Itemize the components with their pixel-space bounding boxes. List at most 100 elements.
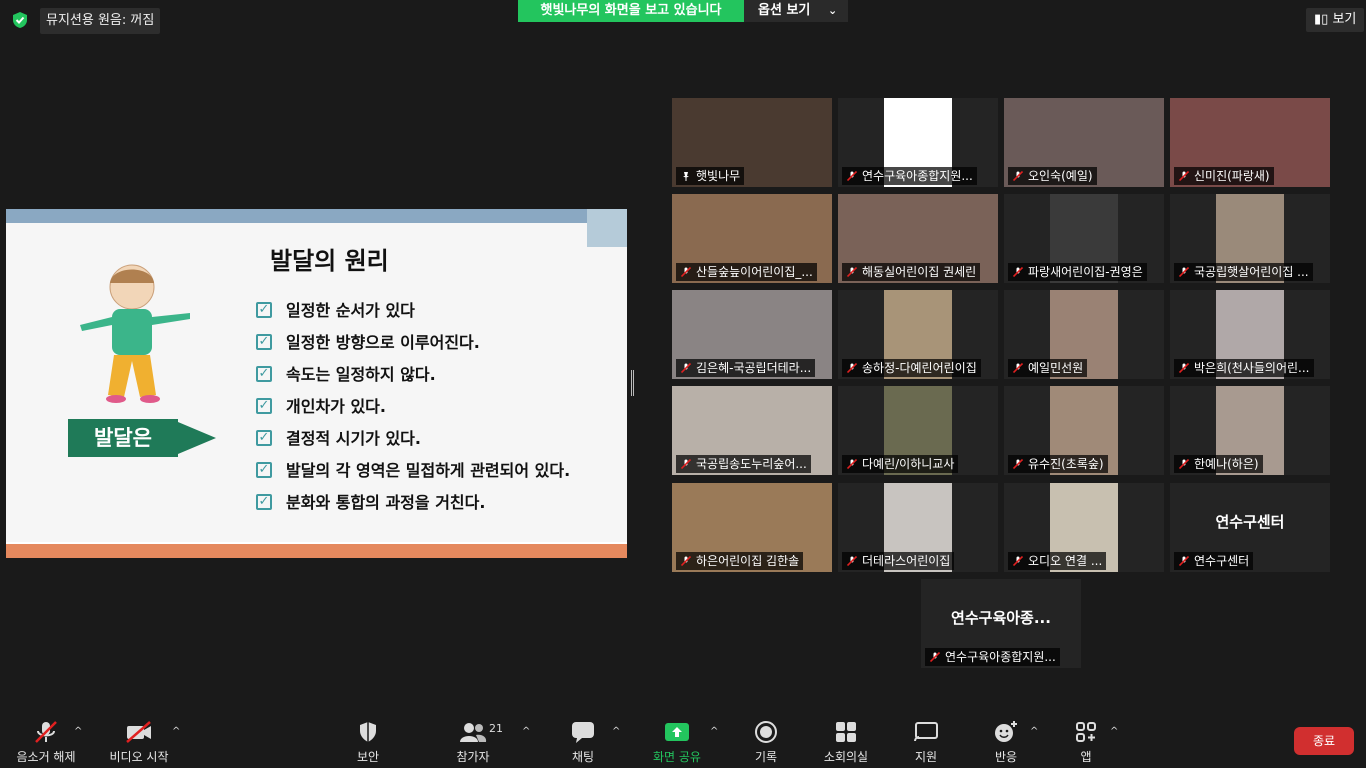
participant-name: 해동실어린이집 권세린 [862, 265, 977, 279]
mic-muted-icon [930, 652, 940, 662]
checkbox-icon: ✓ [256, 366, 272, 382]
participant-tile[interactable]: 신미진(파랑새) [1170, 98, 1330, 187]
participant-name: 오디오 연결 ... [1028, 554, 1103, 568]
mic-muted-icon [1013, 363, 1023, 373]
participant-display-name: 연수구센터 [1215, 513, 1285, 531]
breakout-rooms-button[interactable]: 소회의실 [814, 720, 878, 765]
participant-tile[interactable]: 예일민선원 [1004, 290, 1164, 379]
participant-tile[interactable]: 오디오 연결 ... [1004, 483, 1164, 572]
participant-tile[interactable]: 연수구육아종합지원... [838, 98, 998, 187]
participant-name: 국공립송도누리숲어... [696, 457, 807, 471]
participant-tile[interactable]: 산들숲늪이어린이집_... [672, 194, 832, 283]
encryption-shield-icon[interactable] [10, 10, 30, 30]
view-options-label: 옵션 보기 [758, 3, 811, 18]
apps-icon [1076, 722, 1096, 742]
participant-display-name: 연수구육아종... [951, 609, 1051, 627]
participant-tile[interactable]: 파랑새어린이집-권영은 [1004, 194, 1164, 283]
support-cast-icon [914, 722, 938, 742]
participant-tile[interactable]: 국공립햇살어린이집 ... [1170, 194, 1330, 283]
participant-name-label: 하은어린이집 김한솔 [676, 552, 804, 570]
participants-caret-icon[interactable]: ^ [522, 726, 530, 737]
share-screen-icon [665, 723, 689, 741]
reactions-button[interactable]: 반응 [984, 720, 1028, 765]
slide-corner-block [587, 209, 627, 247]
participant-tile[interactable]: 햇빛나무 [672, 98, 832, 187]
participant-name-label: 더테라스어린이집 [842, 552, 955, 570]
checkbox-icon: ✓ [256, 494, 272, 510]
participant-name-label: 김은혜-국공립더테라... [676, 359, 816, 377]
end-meeting-button[interactable]: 종료 [1294, 727, 1354, 755]
mic-muted-icon [681, 267, 691, 277]
participant-tile[interactable]: 연수구육아종... 연수구육아종합지원... [921, 579, 1081, 668]
security-button[interactable]: 보안 [338, 720, 398, 765]
participant-name-label: 예일민선원 [1008, 359, 1088, 377]
view-options-button[interactable]: 옵션 보기 ⌄ [744, 0, 848, 22]
participant-tile[interactable]: 한예나(하은) [1170, 386, 1330, 475]
participant-tile[interactable]: 김은혜-국공립더테라... [672, 290, 832, 379]
participant-tile[interactable]: 다예린/이하니교사 [838, 386, 998, 475]
participant-tile[interactable]: 하은어린이집 김한솔 [672, 483, 832, 572]
mic-muted-icon [681, 556, 691, 566]
share-caret-icon[interactable]: ^ [710, 726, 718, 737]
participant-name: 다예린/이하니교사 [862, 457, 955, 471]
principle-item: ✓ 개인차가 있다. [256, 393, 570, 425]
participant-name-label: 한예나(하은) [1174, 455, 1263, 473]
pin-icon [683, 172, 689, 181]
mic-muted-icon [847, 171, 857, 181]
participant-name: 연수구센터 [1194, 554, 1250, 568]
view-button[interactable]: ▮▯ 보기 [1306, 8, 1365, 32]
support-label: 지원 [914, 750, 938, 764]
checkbox-icon: ✓ [256, 334, 272, 350]
breakout-rooms-label: 소회의실 [823, 750, 869, 764]
participant-name: 연수구육아종합지원... [945, 650, 1056, 664]
participant-tile[interactable]: 해동실어린이집 권세린 [838, 194, 998, 283]
support-button[interactable]: 지원 [904, 720, 948, 765]
reactions-caret-icon[interactable]: ^ [1030, 726, 1038, 737]
slide-title: 발달의 원리 [270, 247, 389, 275]
principle-text: 발달의 각 영역은 밀접하게 관련되어 있다. [286, 461, 571, 480]
mic-muted-icon [847, 363, 857, 373]
participant-tile[interactable]: 유수진(초록숲) [1004, 386, 1164, 475]
splitter-handle[interactable] [631, 370, 634, 396]
apps-caret-icon[interactable]: ^ [1110, 726, 1118, 737]
apps-button[interactable]: 앱 [1068, 720, 1104, 765]
participant-tile[interactable]: 박은희(천사들의어린... [1170, 290, 1330, 379]
participant-tile[interactable]: 오인숙(예일) [1004, 98, 1164, 187]
participant-name-label: 유수진(초록숲) [1008, 455, 1108, 473]
record-button[interactable]: 기록 [742, 720, 790, 765]
arrow-head-shape [178, 422, 216, 454]
participant-name-label: 오디오 연결 ... [1008, 552, 1107, 570]
participant-name-label: 연수구육아종합지원... [925, 648, 1060, 666]
chat-button[interactable]: 채팅 [560, 720, 606, 765]
participant-tile[interactable]: 국공립송도누리숲어... [672, 386, 832, 475]
principle-text: 일정한 순서가 있다 [286, 301, 415, 320]
participant-name-label: 연수구육아종합지원... [842, 167, 977, 185]
participant-tile[interactable]: 더테라스어린이집 [838, 483, 998, 572]
security-shield-icon [360, 722, 376, 742]
principle-item: ✓ 결정적 시기가 있다. [256, 425, 570, 457]
participant-name: 더테라스어린이집 [862, 554, 951, 568]
audio-options-caret-icon[interactable]: ^ [74, 726, 82, 737]
view-button-label: 보기 [1332, 12, 1357, 27]
participant-name-label: 국공립햇살어린이집 ... [1174, 263, 1313, 281]
original-sound-toggle[interactable]: 뮤지션용 원음: 꺼짐 [40, 8, 161, 34]
participants-label: 참가자 [456, 750, 490, 764]
start-video-button[interactable]: 비디오 시작 [100, 720, 178, 765]
security-label: 보안 [356, 750, 380, 764]
participant-tile[interactable]: 연수구센터 연수구센터 [1170, 483, 1330, 572]
mic-muted-icon [1013, 556, 1023, 566]
share-screen-button[interactable]: 화면 공유 [644, 720, 710, 765]
mic-muted-icon [35, 721, 57, 743]
breakout-rooms-icon [836, 722, 856, 742]
chat-caret-icon[interactable]: ^ [612, 726, 620, 737]
participant-name: 하은어린이집 김한솔 [696, 554, 800, 568]
principle-text: 일정한 방향으로 이루어진다. [286, 333, 480, 352]
principle-item: ✓ 일정한 방향으로 이루어진다. [256, 329, 570, 361]
principle-item: ✓ 발달의 각 영역은 밀접하게 관련되어 있다. [256, 457, 570, 489]
unmute-label: 음소거 해제 [16, 750, 76, 764]
mic-muted-icon [1179, 556, 1189, 566]
participant-name: 김은혜-국공립더테라... [696, 361, 812, 375]
video-options-caret-icon[interactable]: ^ [172, 726, 180, 737]
participant-tile[interactable]: 송하정-다예린어린이집 [838, 290, 998, 379]
participant-count: 21 [489, 722, 503, 735]
